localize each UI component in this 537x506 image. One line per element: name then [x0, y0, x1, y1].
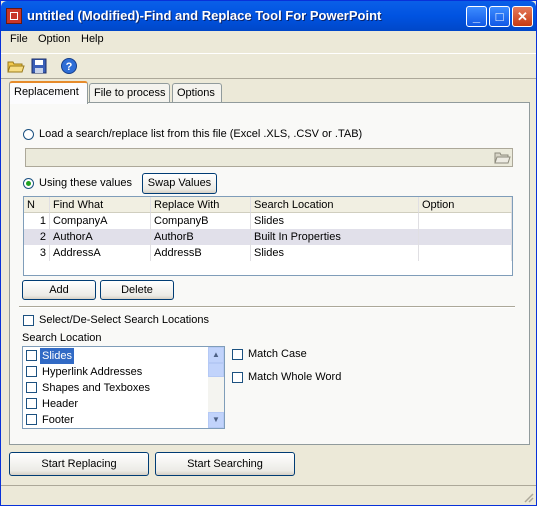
replacement-table[interactable]: N Find What Replace With Search Location…: [23, 196, 513, 276]
list-item[interactable]: Slides: [24, 348, 209, 364]
col-header-find-what[interactable]: Find What: [50, 197, 151, 213]
scroll-up-arrow-icon[interactable]: ▲: [208, 347, 224, 363]
tab-options[interactable]: Options: [172, 83, 222, 102]
file-path-input[interactable]: [25, 148, 513, 167]
list-item-label: Hyperlink Addresses: [42, 366, 143, 378]
open-folder-icon[interactable]: [7, 57, 25, 75]
cell-option[interactable]: [419, 213, 512, 229]
tab-replacement[interactable]: Replacement: [9, 81, 88, 104]
list-scrollbar[interactable]: ▲ ▼: [208, 347, 224, 428]
cell-option[interactable]: [419, 245, 512, 261]
start-replacing-button[interactable]: Start Replacing: [9, 452, 149, 476]
tab-file-label: File to process: [94, 87, 166, 99]
table-row[interactable]: 3 AddressA AddressB Slides: [24, 245, 512, 261]
match-case-label: Match Case: [248, 348, 307, 360]
list-item-label: Shapes and Texboxes: [42, 382, 151, 394]
cell-search-location[interactable]: Built In Properties: [251, 229, 419, 245]
list-item-checkbox[interactable]: [26, 382, 37, 393]
app-icon[interactable]: [6, 8, 22, 24]
col-header-option[interactable]: Option: [419, 197, 512, 213]
cell-n: 1: [24, 213, 50, 229]
list-item-label: Footer: [42, 414, 74, 426]
match-whole-word-label: Match Whole Word: [248, 371, 342, 383]
cell-n: 3: [24, 245, 50, 261]
scroll-down-arrow-icon[interactable]: ▼: [208, 412, 224, 428]
select-all-locations-label: Select/De-Select Search Locations: [39, 314, 209, 326]
browse-folder-icon[interactable]: [494, 150, 511, 165]
cell-search-location[interactable]: Slides: [251, 245, 419, 261]
search-location-label: Search Location: [22, 332, 102, 344]
list-item-checkbox[interactable]: [26, 350, 37, 361]
window-title: untitled (Modified)-Find and Replace Too…: [27, 8, 382, 23]
scroll-thumb[interactable]: [208, 363, 224, 377]
title-bar[interactable]: untitled (Modified)-Find and Replace Too…: [1, 1, 536, 31]
cell-replace-with[interactable]: AuthorB: [151, 229, 251, 245]
list-item-checkbox[interactable]: [26, 398, 37, 409]
add-button[interactable]: Add: [22, 280, 96, 300]
list-item-label: Header: [42, 398, 79, 410]
main-window: untitled (Modified)-Find and Replace Too…: [0, 0, 537, 506]
cell-search-location[interactable]: Slides: [251, 213, 419, 229]
list-item-checkbox[interactable]: [26, 366, 37, 377]
cell-find-what[interactable]: AuthorA: [50, 229, 151, 245]
using-values-label: Using these values: [39, 177, 132, 189]
close-button[interactable]: ✕: [512, 6, 533, 27]
menu-bar: File Option Help: [1, 31, 536, 49]
status-bar: [1, 485, 536, 505]
divider: [19, 306, 515, 308]
minimize-button[interactable]: _: [466, 6, 487, 27]
table-row[interactable]: 1 CompanyA CompanyB Slides: [24, 213, 512, 229]
list-item[interactable]: Hyperlink Addresses: [24, 364, 209, 380]
load-from-file-radio[interactable]: [23, 129, 34, 140]
menu-help[interactable]: Help: [81, 33, 104, 45]
using-values-radio[interactable]: [23, 178, 34, 189]
maximize-button[interactable]: □: [489, 6, 510, 27]
start-searching-button[interactable]: Start Searching: [155, 452, 295, 476]
help-icon[interactable]: ?: [60, 57, 78, 75]
search-location-list[interactable]: Slides Hyperlink Addresses Shapes and Te…: [22, 346, 225, 429]
save-icon[interactable]: [30, 57, 48, 75]
col-header-n[interactable]: N: [24, 197, 50, 213]
delete-button[interactable]: Delete: [100, 280, 174, 300]
match-whole-word-checkbox[interactable]: [232, 372, 243, 383]
list-item-checkbox[interactable]: [26, 414, 37, 425]
tab-file-to-process[interactable]: File to process: [89, 83, 170, 102]
tab-options-label: Options: [177, 87, 215, 99]
select-all-locations-checkbox[interactable]: [23, 315, 34, 326]
toolbar: ?: [1, 53, 536, 79]
list-item[interactable]: Footer: [24, 412, 209, 428]
list-item-label: Slides: [40, 348, 74, 364]
cell-find-what[interactable]: CompanyA: [50, 213, 151, 229]
list-item[interactable]: Shapes and Texboxes: [24, 380, 209, 396]
menu-option[interactable]: Option: [38, 33, 70, 45]
load-from-file-label: Load a search/replace list from this fil…: [39, 128, 363, 140]
col-header-replace-with[interactable]: Replace With: [151, 197, 251, 213]
cell-n: 2: [24, 229, 50, 245]
swap-values-button[interactable]: Swap Values: [142, 173, 217, 194]
match-case-checkbox[interactable]: [232, 349, 243, 360]
col-header-search-location[interactable]: Search Location: [251, 197, 419, 213]
table-row-selected[interactable]: 2 AuthorA AuthorB Built In Properties: [24, 229, 512, 245]
list-item[interactable]: Header: [24, 396, 209, 412]
cell-option[interactable]: [419, 229, 512, 245]
cell-replace-with[interactable]: CompanyB: [151, 213, 251, 229]
cell-replace-with[interactable]: AddressB: [151, 245, 251, 261]
tab-replacement-label: Replacement: [14, 86, 79, 98]
table-header-row: N Find What Replace With Search Location…: [24, 197, 512, 213]
menu-file[interactable]: File: [10, 33, 28, 45]
resize-grip-icon[interactable]: [522, 491, 534, 503]
svg-text:?: ?: [66, 61, 73, 73]
cell-find-what[interactable]: AddressA: [50, 245, 151, 261]
